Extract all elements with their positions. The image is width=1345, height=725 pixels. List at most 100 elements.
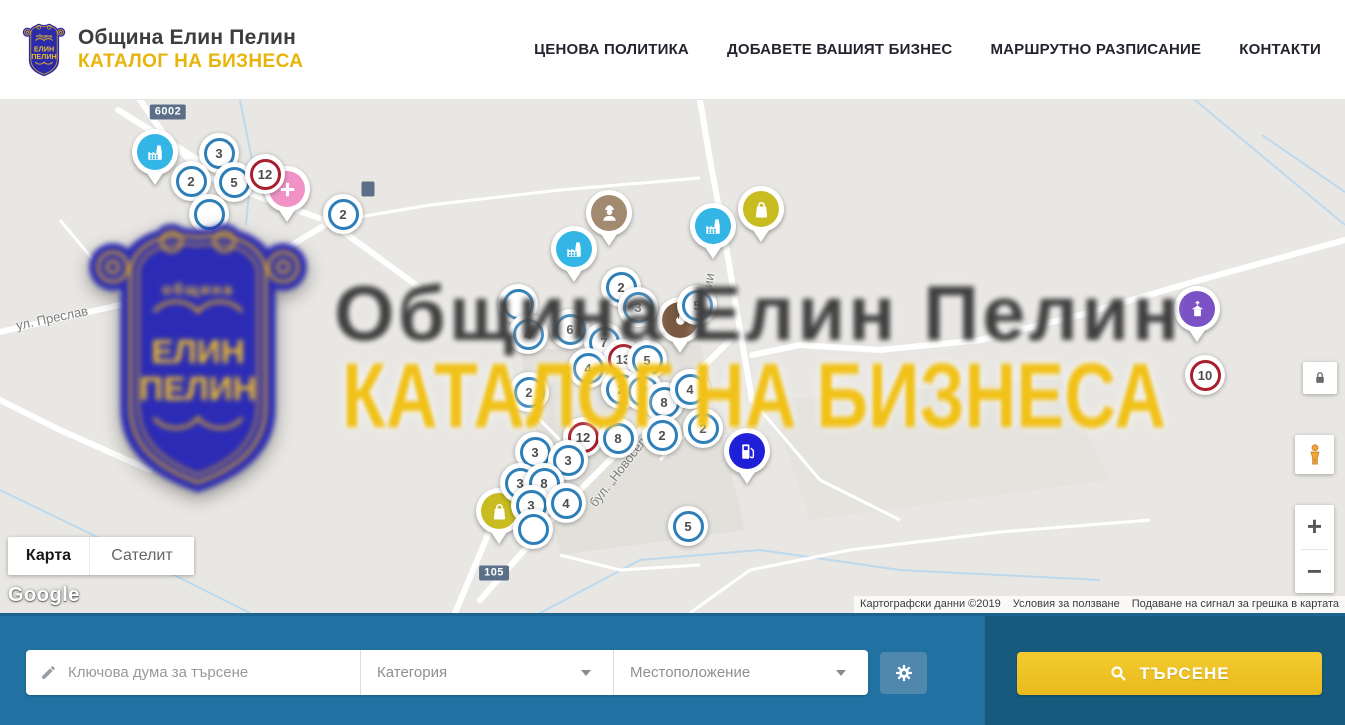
map-cluster-marker[interactable]: 12 <box>245 154 285 194</box>
cluster-ring: 4 <box>573 353 604 384</box>
cluster-count: 8 <box>614 431 621 446</box>
map-marker-layer: 3 2 5 12 2 2 3 5 <box>0 100 1345 613</box>
nav-item[interactable]: ДОБАВЕТЕ ВАШИЯТ БИЗНЕС <box>727 41 952 58</box>
map-cluster-marker[interactable]: 2 <box>642 415 682 455</box>
cluster-ring: 2 <box>647 420 678 451</box>
zoom-out-button[interactable]: − <box>1295 550 1334 594</box>
cluster-ring: 2 <box>328 199 359 230</box>
cluster-ring: 10 <box>1190 360 1221 391</box>
map-tab-karta[interactable]: Карта <box>8 537 89 575</box>
brand-subtitle: КАТАЛОГ НА БИЗНЕСА <box>78 51 303 73</box>
keyword-section <box>26 650 360 695</box>
cluster-count: 4 <box>584 361 591 376</box>
search-action-panel: ТЪРСЕНЕ <box>985 616 1345 725</box>
search-bar: Категория Местоположение <box>0 613 1345 725</box>
map-cluster-marker[interactable]: 4 <box>546 483 586 523</box>
location-value: Местоположение <box>630 664 836 681</box>
map-cluster-marker[interactable] <box>189 194 229 234</box>
brand-text: Община Елин Пелин КАТАЛОГ НА БИЗНЕСА <box>78 26 303 73</box>
zoom-control: + − <box>1295 505 1334 593</box>
cluster-ring: 4 <box>513 319 544 350</box>
zoom-in-button[interactable]: + <box>1295 505 1334 549</box>
cluster-count: 5 <box>643 353 650 368</box>
cluster-count: 3 <box>215 146 222 161</box>
factory-icon <box>695 208 731 244</box>
lock-control-button[interactable] <box>1303 362 1337 394</box>
cluster-count: 2 <box>187 174 194 189</box>
bag-icon <box>743 191 779 227</box>
map-pin-worker[interactable] <box>586 190 632 236</box>
map-cluster-marker[interactable]: 4 <box>508 314 548 354</box>
map-cluster-marker[interactable]: 5 <box>677 285 717 325</box>
pin-circle <box>690 203 736 249</box>
nav-item-label: ЦЕНОВА ПОЛИТИКА <box>534 41 689 58</box>
map-canvas[interactable]: 6002105ул. Преславбул. „Новоселции <box>0 100 1345 613</box>
nav-item-label: ДОБАВЕТЕ ВАШИЯТ БИЗНЕС <box>727 41 952 58</box>
map-cluster-marker[interactable]: 2 <box>323 194 363 234</box>
cluster-count: 4 <box>562 496 569 511</box>
keyword-input[interactable] <box>68 664 350 681</box>
map-cluster-marker[interactable]: 4 <box>670 369 710 409</box>
header: община ЕЛИН ПЕЛИН Община Елин Пелин КАТА… <box>0 0 1345 100</box>
map-cluster-marker[interactable]: 5 <box>668 506 708 546</box>
cluster-count: 2 <box>339 207 346 222</box>
fuel-icon <box>729 433 765 469</box>
map-pin-factory[interactable] <box>690 203 736 249</box>
svg-text:община: община <box>36 33 53 38</box>
map-cluster-marker[interactable]: 8 <box>598 418 638 458</box>
advanced-search-button[interactable] <box>880 652 927 694</box>
cluster-ring: 12 <box>250 159 281 190</box>
nav-item[interactable]: МАРШРУТНО РАЗПИСАНИЕ <box>990 41 1201 58</box>
google-logo[interactable]: Google <box>8 584 80 607</box>
map-cluster-marker[interactable]: 2 <box>509 372 549 412</box>
cluster-ring: 5 <box>682 290 713 321</box>
map-pin-fuel[interactable] <box>724 428 770 474</box>
chevron-down-icon <box>836 670 846 676</box>
category-value: Категория <box>377 664 581 681</box>
nav-item-label: МАРШРУТНО РАЗПИСАНИЕ <box>990 41 1201 58</box>
map-pin-bag[interactable] <box>738 186 784 232</box>
pin-circle <box>1174 286 1220 332</box>
chevron-down-icon <box>581 670 591 676</box>
map-cluster-marker[interactable]: 2 <box>683 408 723 448</box>
location-select[interactable]: Местоположение <box>613 650 868 695</box>
svg-text:ПЕЛИН: ПЕЛИН <box>31 51 57 60</box>
pin-circle <box>738 186 784 232</box>
pencil-icon <box>40 664 57 681</box>
pin-circle <box>132 129 178 175</box>
cluster-count: 5 <box>693 298 700 313</box>
nav-item[interactable]: ЦЕНОВА ПОЛИТИКА <box>534 41 689 58</box>
cluster-count: 8 <box>660 395 667 410</box>
cluster-count: 5 <box>684 519 691 534</box>
street-view-pegman-button[interactable] <box>1295 435 1334 474</box>
cluster-count: 2 <box>658 428 665 443</box>
pin-circle <box>724 428 770 474</box>
cluster-ring: 2 <box>688 413 719 444</box>
category-select[interactable]: Категория <box>360 650 613 695</box>
map-pin-factory[interactable] <box>132 129 178 175</box>
map-attribution-item[interactable]: Условия за ползване <box>1007 596 1126 613</box>
brand[interactable]: община ЕЛИН ПЕЛИН Община Елин Пелин КАТА… <box>22 21 303 79</box>
cluster-ring <box>194 199 225 230</box>
search-button[interactable]: ТЪРСЕНЕ <box>1017 652 1322 695</box>
map-type-tabs: Карта Сателит <box>8 537 194 575</box>
brand-title: Община Елин Пелин <box>78 26 303 50</box>
map-pin-church[interactable] <box>1174 286 1220 332</box>
cluster-ring: 2 <box>176 166 207 197</box>
cluster-ring: 5 <box>673 511 704 542</box>
map-cluster-marker[interactable]: 3 <box>618 287 658 327</box>
main-nav: ЦЕНОВА ПОЛИТИКА ДОБАВЕТЕ ВАШИЯТ БИЗНЕС МАР… <box>534 41 1321 58</box>
map-cluster-marker[interactable] <box>513 509 553 549</box>
pin-circle <box>586 190 632 236</box>
search-input-group: Категория Местоположение <box>26 650 868 695</box>
cluster-ring: 2 <box>514 377 545 408</box>
map-attribution-item[interactable]: Подаване на сигнал за грешка в картата <box>1126 596 1345 613</box>
municipality-emblem-logo: община ЕЛИН ПЕЛИН <box>22 21 66 79</box>
search-button-label: ТЪРСЕНЕ <box>1139 664 1229 684</box>
cluster-ring <box>518 514 549 545</box>
cluster-ring: 6 <box>555 314 586 345</box>
cluster-ring: 4 <box>551 488 582 519</box>
nav-item[interactable]: КОНТАКТИ <box>1239 41 1321 58</box>
map-tab-satelit[interactable]: Сателит <box>89 537 194 575</box>
map-cluster-marker[interactable]: 10 <box>1185 355 1225 395</box>
